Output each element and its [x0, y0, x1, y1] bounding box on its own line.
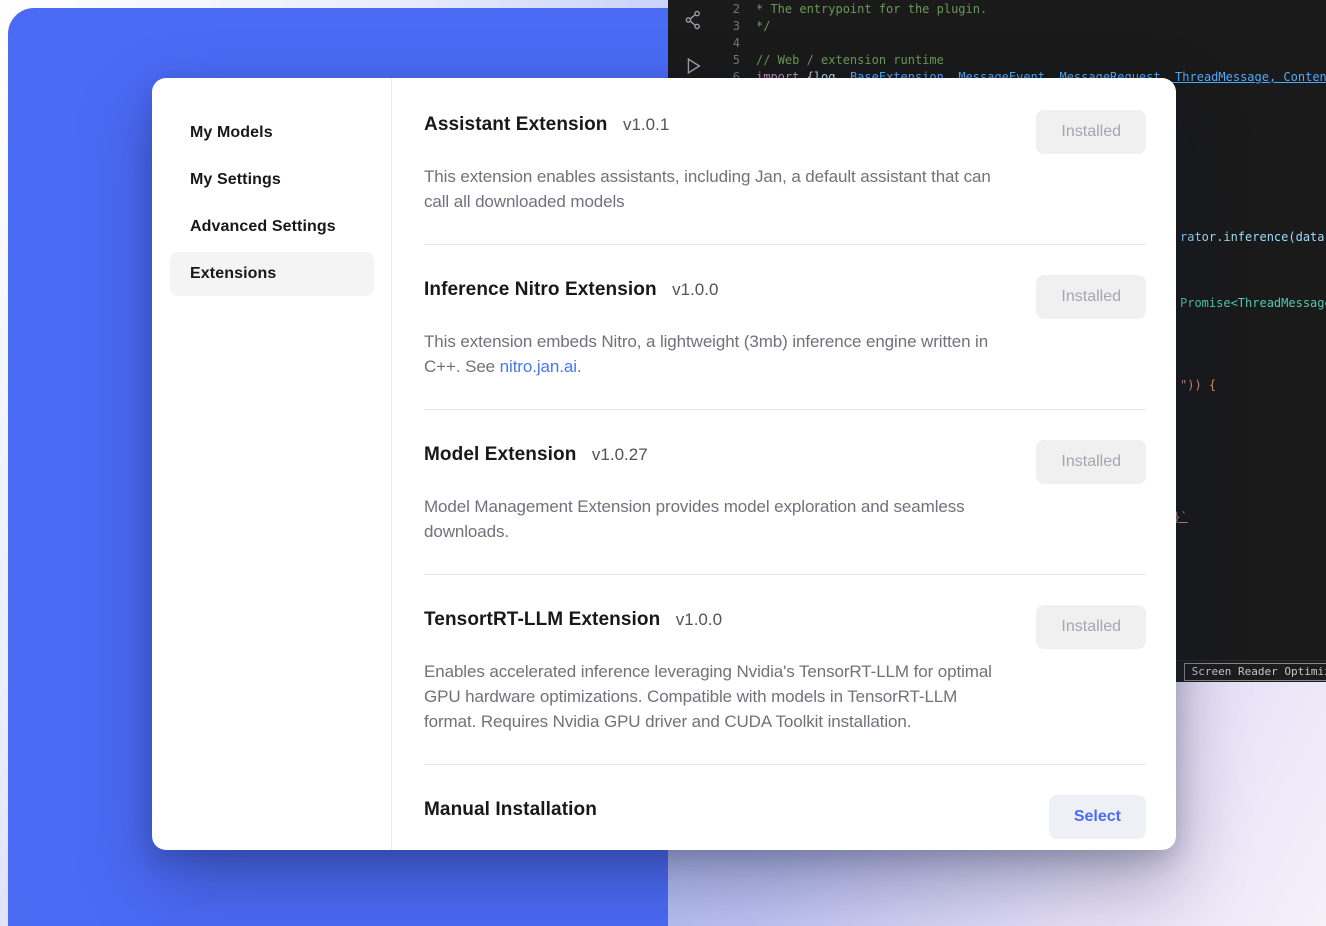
extension-description: Model Management Extension provides mode…: [424, 494, 1009, 544]
extension-version: v1.0.27: [592, 445, 648, 464]
extension-description: This extension enables assistants, inclu…: [424, 164, 1009, 214]
extension-description: This extension embeds Nitro, a lightweig…: [424, 329, 1009, 379]
editor-activity-bar: [674, 8, 712, 78]
screen-reader-badge: Screen Reader Optimized: [1184, 663, 1326, 681]
sidebar-item-my-settings[interactable]: My Settings: [170, 158, 374, 202]
extension-row-model: Model Extension v1.0.27 Installed Model …: [424, 440, 1146, 544]
source-control-icon: [682, 8, 704, 32]
extension-title: Assistant Extension: [424, 114, 608, 135]
code-fragment: rator.inference(data));: [1180, 230, 1326, 244]
sidebar-item-extensions[interactable]: Extensions: [170, 252, 374, 296]
code-fragment: ")) {: [1180, 378, 1216, 392]
installed-button: Installed: [1036, 605, 1146, 649]
code-line: 5 // Web / extension runtime: [714, 52, 1326, 69]
code-text: */: [756, 18, 770, 35]
code-line: 2 * The entrypoint for the plugin.: [714, 1, 1326, 18]
page-background: 2 * The entrypoint for the plugin. 3 */ …: [0, 0, 1326, 926]
run-icon: [682, 54, 704, 78]
installed-button: Installed: [1036, 110, 1146, 154]
installed-button: Installed: [1036, 440, 1146, 484]
line-number: 4: [714, 35, 740, 52]
extension-title: Inference Nitro Extension: [424, 279, 657, 300]
settings-sidebar: My Models My Settings Advanced Settings …: [152, 78, 392, 850]
code-line: 3 */: [714, 18, 1326, 35]
sidebar-item-my-models[interactable]: My Models: [170, 111, 374, 155]
extension-row-nitro: Inference Nitro Extension v1.0.0 Install…: [424, 275, 1146, 379]
extension-version: v1.0.0: [672, 280, 718, 299]
extensions-panel: Assistant Extension v1.0.1 Installed Thi…: [392, 78, 1176, 850]
line-number: 2: [714, 1, 740, 18]
extension-title: TensortRT-LLM Extension: [424, 609, 660, 630]
line-number: 3: [714, 18, 740, 35]
extension-version: v1.0.1: [623, 115, 669, 134]
extension-description: Enables accelerated inference leveraging…: [424, 659, 1009, 734]
divider: [424, 244, 1146, 245]
installed-button: Installed: [1036, 275, 1146, 319]
divider: [424, 574, 1146, 575]
manual-installation-row: Manual Installation Select Select an ext…: [424, 795, 1146, 850]
code-text: // Web / extension runtime: [756, 52, 944, 69]
divider: [424, 409, 1146, 410]
manual-installation-title: Manual Installation: [424, 799, 597, 820]
extension-row-tensorrt: TensortRT-LLM Extension v1.0.0 Installed…: [424, 605, 1146, 734]
divider: [424, 764, 1146, 765]
extension-title: Model Extension: [424, 444, 576, 465]
select-file-button[interactable]: Select: [1049, 795, 1146, 839]
code-lines: 2 * The entrypoint for the plugin. 3 */ …: [714, 1, 1326, 86]
code-text: * The entrypoint for the plugin.: [756, 1, 987, 18]
sidebar-item-advanced-settings[interactable]: Advanced Settings: [170, 205, 374, 249]
manual-installation-description: Select an extension file to install (.tg…: [424, 849, 1009, 850]
description-text: .: [577, 357, 582, 376]
nitro-jan-ai-link[interactable]: nitro.jan.ai: [500, 357, 577, 376]
extension-row-assistant: Assistant Extension v1.0.1 Installed Thi…: [424, 110, 1146, 214]
settings-card: My Models My Settings Advanced Settings …: [152, 78, 1176, 850]
code-fragment: Promise<ThreadMessage>: [1180, 296, 1326, 310]
line-number: 5: [714, 52, 740, 69]
extension-version: v1.0.0: [676, 610, 722, 629]
code-line: 4: [714, 35, 1326, 52]
